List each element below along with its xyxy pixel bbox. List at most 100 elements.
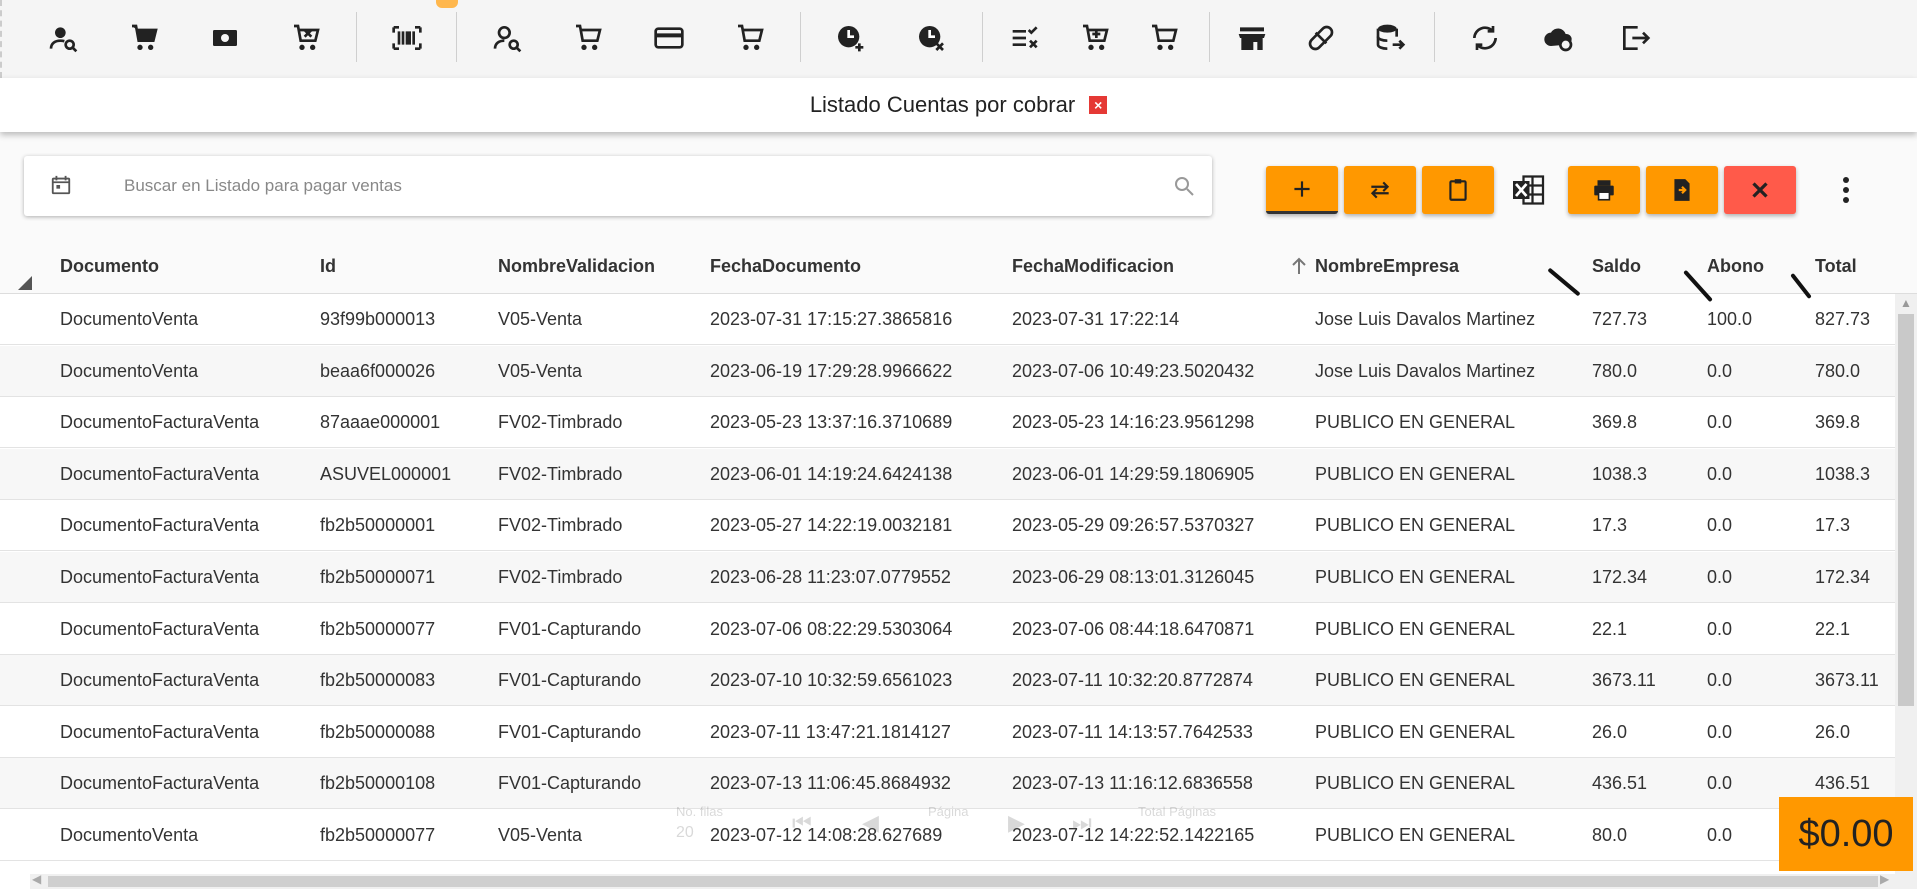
column-header-documento[interactable]: Documento [60, 256, 159, 277]
calendar-icon[interactable] [50, 174, 72, 196]
select-all-corner[interactable] [18, 276, 32, 290]
scroll-left-icon[interactable]: ◀ [32, 872, 41, 886]
cash-icon[interactable] [203, 16, 247, 60]
rows-per-page-select[interactable]: 20 [676, 824, 694, 842]
column-header-nombreempresa[interactable]: NombreEmpresa [1315, 256, 1459, 277]
cloud-sync-icon[interactable] [1537, 16, 1581, 60]
table-row[interactable]: DocumentoVenta 93f99b000013 V05-Venta 2023-… [0, 294, 1895, 345]
table-row[interactable]: DocumentoVenta beaa6f000026 V05-Venta 2023-… [0, 345, 1895, 397]
search-bar [24, 156, 1212, 216]
pill-icon[interactable] [1299, 16, 1343, 60]
search-input[interactable] [124, 170, 1144, 202]
cell-nombrevalidacion: FV01-Capturando [498, 618, 642, 639]
cell-abono: 0.0 [1707, 567, 1733, 587]
table-row[interactable]: DocumentoFacturaVenta fb2b50000077 FV01-Ca… [0, 604, 1895, 655]
cell-fechamodificacion: 2023-05-23 14:16:23.9561298 [1012, 412, 1255, 433]
credit-card-icon[interactable] [647, 16, 691, 60]
cell-fechamodificacion: 2023-06-29 08:13:01.3126045 [1012, 567, 1255, 587]
close-tab-button[interactable]: × [1089, 96, 1108, 114]
cell-nombrevalidacion: FV02-Timbrado [498, 515, 623, 536]
more-vert-icon[interactable] [1834, 172, 1858, 208]
last-page-icon[interactable]: ⏭ [1072, 810, 1092, 836]
column-header-saldo[interactable]: Saldo [1592, 256, 1641, 277]
cell-nombreempresa: Jose Luis Davalos Martinez [1315, 309, 1536, 329]
cart-outline-3-icon[interactable] [1142, 16, 1186, 60]
cart-icon[interactable] [122, 16, 166, 60]
column-resize-handle[interactable] [1547, 267, 1581, 297]
sort-ascending-icon[interactable] [1290, 256, 1308, 276]
cell-nombrevalidacion: FV01-Capturando [498, 670, 642, 691]
cell-total: 17.3 [1815, 515, 1851, 536]
store-icon[interactable] [1230, 16, 1274, 60]
cell-saldo: 172.34 [1592, 567, 1648, 587]
next-page-icon[interactable]: ▶ [1008, 810, 1025, 836]
add-button[interactable] [1266, 166, 1338, 214]
cart-plus-icon[interactable] [1073, 16, 1117, 60]
cell-documento: DocumentoFacturaVenta [60, 412, 260, 433]
cell-saldo: 727.73 [1592, 309, 1648, 329]
vertical-scroll-thumb[interactable] [1898, 314, 1914, 706]
cell-total: 26.0 [1815, 721, 1851, 742]
clock-plus-icon[interactable] [828, 16, 872, 60]
column-header-abono[interactable]: Abono [1707, 256, 1764, 277]
window-titlebar: Listado Cuentas por cobrar × [0, 78, 1917, 132]
excel-icon[interactable] [1510, 172, 1546, 208]
horizontal-scroll-thumb[interactable] [48, 876, 1878, 887]
table-row[interactable]: DocumentoFacturaVenta fb2b50000001 FV02-Ti… [0, 500, 1895, 552]
first-page-icon[interactable]: ⏮ [792, 810, 812, 836]
user-search-2-icon[interactable] [485, 16, 529, 60]
scroll-right-icon[interactable]: ▶ [1880, 872, 1889, 886]
clock-remove-icon[interactable] [909, 16, 953, 60]
search-icon[interactable] [1172, 174, 1196, 198]
cart-outline-2-icon[interactable] [728, 16, 772, 60]
column-header-fechadocumento[interactable]: FechaDocumento [710, 256, 861, 277]
sync-icon[interactable] [1463, 16, 1507, 60]
export-pdf-button[interactable] [1646, 166, 1718, 214]
cell-documento: DocumentoFacturaVenta [60, 515, 260, 536]
user-search-icon[interactable] [41, 16, 85, 60]
scroll-up-icon[interactable]: ▲ [1900, 296, 1912, 310]
cart-outline-icon[interactable] [566, 16, 610, 60]
cell-abono: 0.0 [1707, 721, 1733, 742]
main-toolbar [0, 0, 1917, 78]
cart-remove-icon[interactable] [284, 16, 328, 60]
check-list-icon[interactable] [1004, 16, 1048, 60]
cell-abono: 0.0 [1707, 515, 1733, 536]
cell-fechamodificacion: 2023-07-11 14:13:57.7642533 [1012, 721, 1253, 742]
cell-id: fb2b50000077 [320, 618, 436, 639]
table-row[interactable]: DocumentoFacturaVenta fb2b50000071 FV02-Ti… [0, 552, 1895, 603]
table-row[interactable]: DocumentoFacturaVenta 87aaae000001 FV02-Ti… [0, 397, 1895, 449]
horizontal-scrollbar[interactable]: ◀ ▶ [30, 872, 1895, 889]
cell-id: fb2b50000088 [320, 721, 436, 742]
table-row[interactable]: DocumentoFacturaVenta ASUVEL000001 FV02-Ti… [0, 448, 1895, 500]
total-amount[interactable]: $0.00 [1779, 797, 1913, 871]
database-export-icon[interactable] [1368, 16, 1412, 60]
rows-per-page-label: No. filas [676, 804, 723, 819]
swap-button[interactable] [1344, 166, 1416, 214]
cell-nombrevalidacion: FV01-Capturando [498, 773, 642, 794]
cell-fechadocumento: 2023-07-11 13:47:21.1814127 [710, 721, 951, 742]
logout-icon[interactable] [1613, 16, 1657, 60]
print-button[interactable] [1568, 166, 1640, 214]
close-button[interactable] [1724, 166, 1796, 214]
cell-abono: 100.0 [1707, 309, 1753, 329]
cell-total: 780.0 [1815, 360, 1861, 381]
barcode-scan-icon[interactable] [385, 16, 429, 60]
column-header-id[interactable]: Id [320, 256, 336, 277]
column-header-nombrevalidacion[interactable]: NombreValidacion [498, 256, 655, 277]
cell-fechadocumento: 2023-07-31 17:15:27.3865816 [710, 309, 953, 329]
cell-id: fb2b50000108 [320, 773, 436, 794]
column-header-total[interactable]: Total [1815, 256, 1857, 277]
column-header-fechamodificacion[interactable]: FechaModificacion [1012, 256, 1174, 277]
table-row[interactable]: DocumentoFacturaVenta fb2b50000088 FV01-Ca… [0, 707, 1895, 758]
cell-abono: 0.0 [1707, 412, 1733, 433]
page-label: Página [928, 804, 969, 819]
cell-fechadocumento: 2023-05-23 13:37:16.3710689 [710, 412, 953, 433]
toolbar-divider [1434, 12, 1435, 62]
cell-nombreempresa: PUBLICO EN GENERAL [1315, 773, 1516, 794]
cell-nombreempresa: PUBLICO EN GENERAL [1315, 567, 1516, 587]
table-row[interactable]: DocumentoFacturaVenta fb2b50000083 FV01-Ca… [0, 655, 1895, 707]
clipboard-icon [1449, 179, 1467, 201]
clipboard-button[interactable] [1422, 166, 1494, 214]
prev-page-icon[interactable]: ◀ [862, 810, 879, 836]
